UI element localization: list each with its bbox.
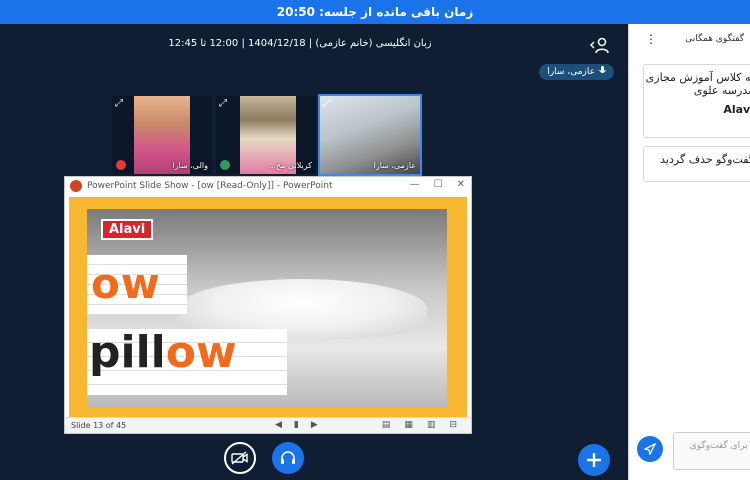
chat-message-line: به کلاس آموزش مجازی <box>645 71 750 84</box>
more-options-icon[interactable]: ⋮ <box>645 32 657 46</box>
slide-photo: Alavi ow pillow <box>87 209 447 407</box>
slide-menu-icon[interactable]: ▮ <box>294 420 299 430</box>
mic-icon <box>599 66 606 78</box>
window-controls: — ☐ ✕ <box>410 179 465 190</box>
powerpoint-logo-icon <box>70 180 82 192</box>
participant-name: والی، سارا <box>172 161 208 170</box>
chat-title: گفتگوی همگانی <box>685 34 744 44</box>
slide-word-suffix: ow <box>165 327 237 378</box>
slideshow-statusbar: Slide 13 of 45 ◀ ▮ ▶ ▤ ▦ ▥ ⊟ <box>65 417 471 433</box>
slide-word-part: ow <box>91 259 161 308</box>
powerpoint-window: PowerPoint Slide Show - [ow [Read-Only]]… <box>64 176 472 434</box>
meeting-main-area: زبان انگلیسی (خانم عازمی) | 1404/12/18 |… <box>0 24 628 480</box>
headphones-icon <box>281 451 295 464</box>
slide-canvas: Alavi ow pillow <box>69 197 467 419</box>
audio-button[interactable] <box>272 442 304 474</box>
slideshow-view-icon[interactable]: ⊟ <box>449 420 457 430</box>
chat-message-card: به کلاس آموزش مجازی مدرسه علوی Alavi <box>643 64 750 138</box>
send-button[interactable] <box>637 436 663 462</box>
powerpoint-titlebar: PowerPoint Slide Show - [ow [Read-Only]]… <box>65 177 471 195</box>
chat-notice-text: گفت‌وگو حذف گردید <box>660 153 750 166</box>
next-slide-icon[interactable]: ▶ <box>311 420 318 430</box>
participants-toggle-icon[interactable] <box>589 36 610 54</box>
reading-view-icon[interactable]: ▥ <box>427 420 436 430</box>
session-timer-text: زمان باقی مانده از جلسه: 20:50 <box>276 5 474 19</box>
camera-off-button[interactable] <box>224 442 256 474</box>
session-timer-bar: زمان باقی مانده از جلسه: 20:50 <box>0 0 750 24</box>
participant-tile[interactable]: ⤢ کربلائی مح... <box>216 96 316 174</box>
previous-slide-icon[interactable]: ◀ <box>275 420 282 430</box>
chat-message-line: Alavi <box>723 103 750 116</box>
slide-word: pillow <box>89 327 237 378</box>
expand-icon[interactable]: ⤢ <box>219 98 227 109</box>
participant-name: کربلائی مح... <box>268 161 312 170</box>
actions-plus-button[interactable] <box>578 444 610 476</box>
send-icon <box>644 443 656 455</box>
alavi-logo: Alavi <box>101 219 154 240</box>
normal-view-icon[interactable]: ▤ <box>382 420 391 430</box>
plus-icon <box>587 453 601 467</box>
chat-message-input[interactable]: پیام برای گفت‌وگوی <box>673 432 750 470</box>
close-icon[interactable]: ✕ <box>457 179 465 190</box>
chat-message-line: مدرسه علوی <box>693 84 750 97</box>
expand-icon[interactable]: ⤢ <box>115 98 123 109</box>
participant-name: عازمی، سارا <box>373 161 416 170</box>
slide-sorter-icon[interactable]: ▦ <box>404 420 413 430</box>
expand-icon[interactable]: ⤢ <box>323 98 331 109</box>
slide-word-prefix: pill <box>89 327 166 378</box>
meeting-title: زبان انگلیسی (خانم عازمی) | 1404/12/18 |… <box>168 38 432 49</box>
participant-tile[interactable]: ⤢ والی، سارا <box>112 96 212 174</box>
slide-counter: Slide 13 of 45 <box>71 421 127 430</box>
participant-video-strip: ⤢ والی، سارا ⤢ کربلائی مح... ⤢ عازمی، سا… <box>112 94 422 176</box>
participant-tile[interactable]: ⤢ عازمی، سارا <box>318 94 422 176</box>
slide-navigation: ◀ ▮ ▶ <box>275 420 318 430</box>
chat-header: گفتگوی همگانی ⋮ <box>629 24 750 54</box>
mic-muted-icon <box>116 160 126 170</box>
view-buttons: ▤ ▦ ▥ ⊟ <box>382 420 457 430</box>
maximize-icon[interactable]: ☐ <box>434 179 443 190</box>
presenter-name: عازمی، سارا <box>547 67 595 77</box>
camera-off-icon <box>231 451 248 465</box>
chat-notice-card: گفت‌وگو حذف گردید <box>643 146 750 182</box>
minimize-icon[interactable]: — <box>410 179 420 190</box>
powerpoint-window-title: PowerPoint Slide Show - [ow [Read-Only]]… <box>87 181 333 191</box>
mic-active-icon <box>220 160 230 170</box>
presenter-badge: عازمی، سارا <box>539 64 614 80</box>
chat-panel: گفتگوی همگانی ⋮ به کلاس آموزش مجازی مدرس… <box>628 24 750 480</box>
